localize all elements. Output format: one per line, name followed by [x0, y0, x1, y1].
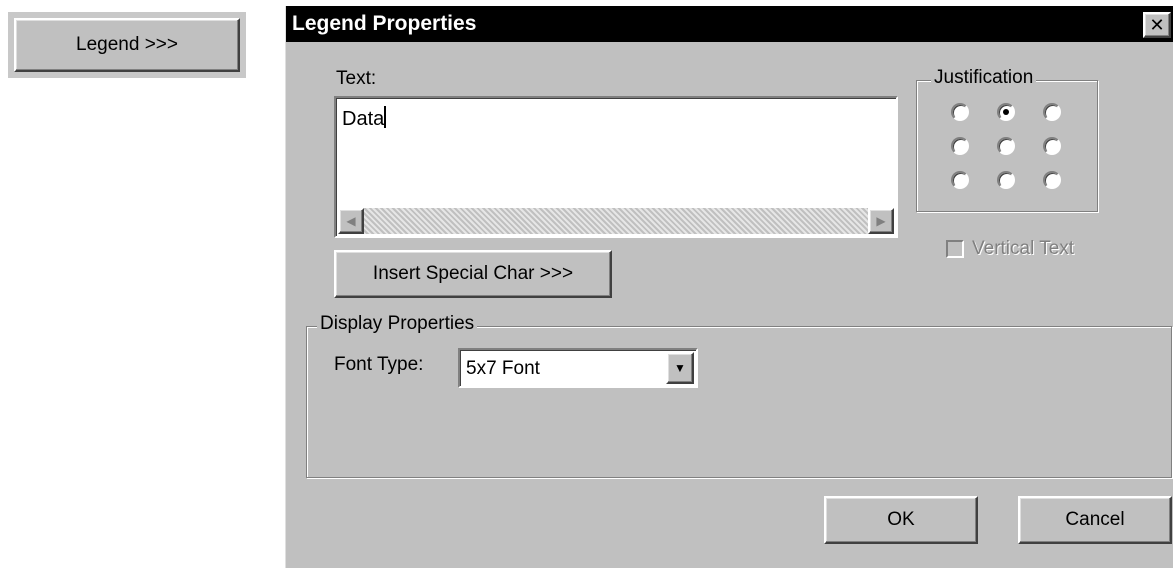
justify-bottom-center-radio[interactable] [997, 171, 1015, 189]
vertical-text-label: Vertical Text [972, 238, 1075, 259]
legend-button-frame: Legend >>> [8, 12, 246, 78]
close-button[interactable]: ✕ [1143, 12, 1171, 38]
dialog-title: Legend Properties [292, 12, 477, 35]
insert-special-char-button[interactable]: Insert Special Char >>> [334, 250, 612, 298]
justify-bottom-right-radio[interactable] [1043, 171, 1061, 189]
legend-button[interactable]: Legend >>> [14, 18, 240, 72]
legend-text-value: Data [342, 106, 387, 131]
vertical-text-checkbox[interactable]: Vertical Text [946, 238, 1074, 260]
insert-special-char-label: Insert Special Char >>> [372, 263, 574, 284]
text-label: Text: [336, 68, 377, 89]
ok-button-label: OK [887, 509, 915, 530]
ok-button[interactable]: OK [824, 496, 978, 544]
chevron-down-icon: ▼ [674, 361, 686, 375]
display-properties-group: Display Properties [306, 313, 1172, 478]
vertical-text-checkbox-box[interactable] [946, 240, 964, 258]
justify-middle-left-radio[interactable] [951, 137, 969, 155]
scroll-right-icon: ▶ [876, 214, 886, 228]
cancel-button[interactable]: Cancel [1018, 496, 1172, 544]
display-properties-label: Display Properties [317, 313, 478, 335]
font-type-value: 5x7 Font [466, 358, 540, 379]
scroll-left-icon: ◀ [346, 214, 356, 228]
text-caret [384, 106, 387, 128]
justification-group: Justification [916, 67, 1098, 212]
font-type-label: Font Type: [334, 354, 424, 375]
title-bar: Legend Properties ✕ [286, 6, 1173, 42]
legend-properties-dialog: Legend Properties ✕ Text: Data ◀ ▶ Inser… [285, 6, 1173, 568]
horizontal-scrollbar[interactable]: ◀ ▶ [338, 208, 894, 234]
scroll-left-button[interactable]: ◀ [338, 208, 364, 234]
font-type-dropdown-button[interactable]: ▼ [666, 352, 694, 384]
legend-text-content: Data [342, 108, 385, 130]
scroll-right-button[interactable]: ▶ [868, 208, 894, 234]
justify-middle-right-radio[interactable] [1043, 137, 1061, 155]
justify-middle-center-radio[interactable] [997, 137, 1015, 155]
font-type-select[interactable]: 5x7 Font ▼ [458, 348, 698, 388]
justification-label: Justification [931, 67, 1037, 89]
justify-top-center-radio[interactable] [997, 103, 1015, 121]
cancel-button-label: Cancel [1065, 509, 1125, 530]
close-icon: ✕ [1149, 14, 1165, 35]
legend-text-input[interactable]: Data ◀ ▶ [334, 96, 898, 238]
justify-bottom-left-radio[interactable] [951, 171, 969, 189]
justify-top-left-radio[interactable] [951, 103, 969, 121]
legend-button-label: Legend >>> [76, 34, 178, 55]
justify-top-right-radio[interactable] [1043, 103, 1061, 121]
